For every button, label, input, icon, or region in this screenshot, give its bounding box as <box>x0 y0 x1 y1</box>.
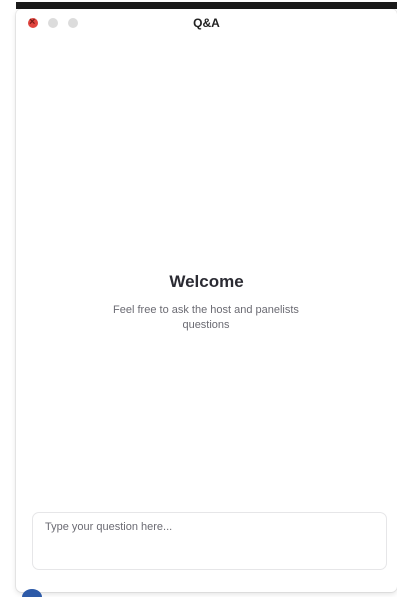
title-bar[interactable]: Q&A <box>16 9 397 37</box>
qa-window: Q&A Welcome Feel free to ask the host an… <box>16 9 397 592</box>
question-input[interactable] <box>33 513 386 569</box>
welcome-message: Feel free to ask the host and panelists … <box>113 304 299 331</box>
menu-bar-edge <box>16 2 397 9</box>
welcome-heading: Welcome <box>169 272 244 291</box>
question-input-box[interactable] <box>32 512 387 570</box>
screen: Q&A Welcome Feel free to ask the host an… <box>0 0 397 597</box>
window-title: Q&A <box>193 16 220 30</box>
